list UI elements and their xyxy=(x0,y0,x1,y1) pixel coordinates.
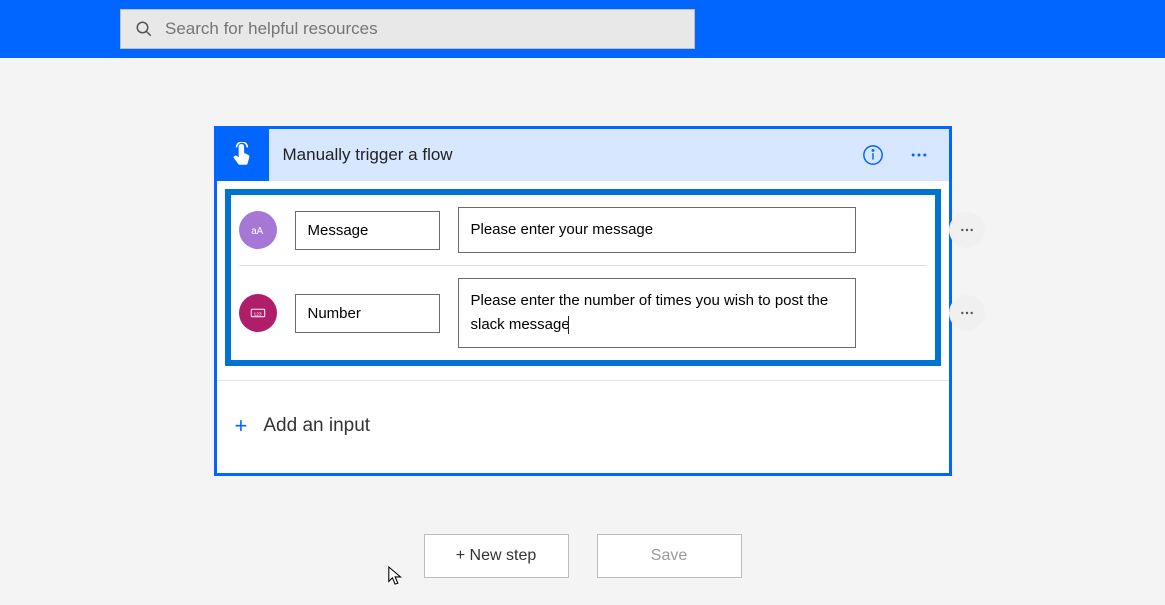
top-bar xyxy=(0,0,1165,58)
flow-canvas: Manually trigger a flow aA xyxy=(0,58,1165,578)
action-bar: + New step Save xyxy=(424,534,742,578)
info-icon xyxy=(862,144,884,166)
input-row-more-button[interactable] xyxy=(949,295,985,331)
input-name-field[interactable] xyxy=(295,211,440,250)
number-123-icon: 123 xyxy=(249,304,267,322)
add-input-section: + Add an input xyxy=(217,380,949,473)
search-box[interactable] xyxy=(120,9,695,49)
ellipsis-icon xyxy=(909,145,929,165)
number-type-icon: 123 xyxy=(239,294,277,332)
plus-icon: + xyxy=(235,413,248,439)
input-row-more-button[interactable] xyxy=(949,212,985,248)
input-row: 123 Please enter the number of times you… xyxy=(231,266,935,360)
trigger-more-button[interactable] xyxy=(903,139,935,171)
ellipsis-icon xyxy=(959,222,975,238)
search-icon xyxy=(135,20,153,38)
touch-icon xyxy=(230,142,256,168)
add-input-button[interactable]: + Add an input xyxy=(233,409,373,443)
mouse-cursor-icon xyxy=(387,565,405,587)
text-type-icon: aA xyxy=(239,211,277,249)
input-name-field[interactable] xyxy=(295,294,440,333)
text-aa-icon: aA xyxy=(249,221,267,239)
info-button[interactable] xyxy=(857,139,889,171)
trigger-connector-icon xyxy=(217,129,269,181)
input-row: aA xyxy=(231,195,935,265)
svg-text:aA: aA xyxy=(251,226,263,237)
inputs-container: aA 123 xyxy=(217,189,949,473)
trigger-card-header[interactable]: Manually trigger a flow xyxy=(217,129,949,181)
input-description-text: Please enter the number of times you wis… xyxy=(471,292,829,333)
ellipsis-icon xyxy=(959,305,975,321)
input-description-field[interactable] xyxy=(458,207,856,253)
text-caret xyxy=(568,316,569,334)
add-input-label: Add an input xyxy=(263,415,370,437)
inputs-highlight-box: aA 123 xyxy=(225,189,941,366)
trigger-card: Manually trigger a flow aA xyxy=(214,126,952,476)
save-button[interactable]: Save xyxy=(597,534,742,578)
new-step-button[interactable]: + New step xyxy=(424,534,569,578)
search-input[interactable] xyxy=(165,19,680,39)
trigger-title: Manually trigger a flow xyxy=(283,145,843,165)
svg-text:123: 123 xyxy=(253,311,261,317)
input-description-field[interactable]: Please enter the number of times you wis… xyxy=(458,278,856,348)
